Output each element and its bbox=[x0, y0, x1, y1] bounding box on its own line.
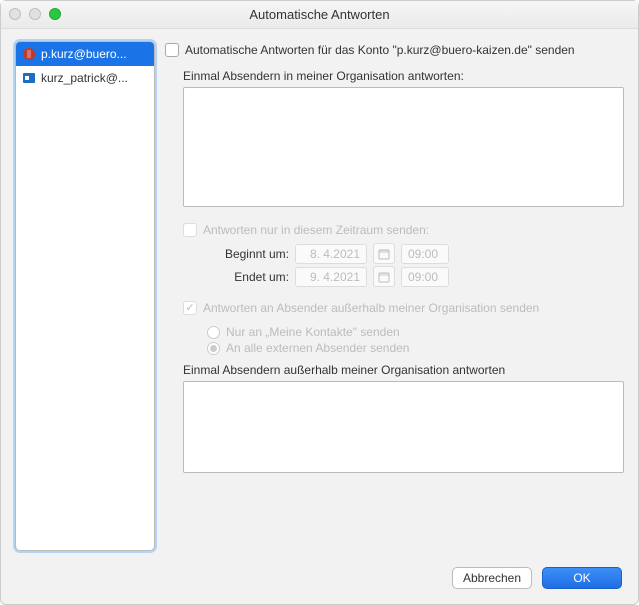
internal-reply-label: Einmal Absendern in meiner Organisation … bbox=[183, 69, 624, 83]
dialog-window: Automatische Antworten p.kurz@buero... k… bbox=[0, 0, 639, 605]
radio-selected-icon bbox=[207, 342, 220, 355]
internal-reply-textarea[interactable] bbox=[183, 87, 624, 207]
checkbox-checked-icon: ✓ bbox=[183, 301, 197, 315]
titlebar: Automatische Antworten bbox=[1, 1, 638, 29]
close-icon[interactable] bbox=[9, 8, 21, 20]
checkbox-icon[interactable] bbox=[165, 43, 179, 57]
radio-all-row: An alle externen Absender senden bbox=[207, 341, 624, 355]
ok-button[interactable]: OK bbox=[542, 567, 622, 589]
end-time-input: 09:00 bbox=[401, 267, 449, 287]
external-send-row: ✓ Antworten an Absender außerhalb meiner… bbox=[183, 301, 624, 315]
footer: Abbrechen OK bbox=[1, 560, 638, 604]
calendar-icon bbox=[373, 266, 395, 287]
account-item[interactable]: p.kurz@buero... bbox=[16, 42, 154, 66]
begin-row: Beginnt um: 8. 4.2021 09:00 bbox=[207, 243, 624, 264]
checkbox-icon bbox=[183, 223, 197, 237]
zoom-icon[interactable] bbox=[49, 8, 61, 20]
calendar-icon bbox=[373, 243, 395, 264]
begin-date-input: 8. 4.2021 bbox=[295, 244, 367, 264]
enable-autoreply-label: Automatische Antworten für das Konto "p.… bbox=[185, 43, 575, 57]
end-row: Endet um: 9. 4.2021 09:00 bbox=[207, 266, 624, 287]
account-label: p.kurz@buero... bbox=[41, 47, 127, 61]
settings-panel: Automatische Antworten für das Konto "p.… bbox=[165, 41, 624, 554]
begin-label: Beginnt um: bbox=[207, 247, 289, 261]
outlook-badge-icon bbox=[22, 47, 36, 61]
external-send-label: Antworten an Absender außerhalb meiner O… bbox=[203, 301, 539, 315]
account-item[interactable]: kurz_patrick@... bbox=[16, 66, 154, 90]
radio-contacts-row: Nur an „Meine Kontakte" senden bbox=[207, 325, 624, 339]
end-date-input: 9. 4.2021 bbox=[295, 267, 367, 287]
outlook-badge-icon bbox=[22, 71, 36, 85]
external-reply-label: Einmal Absendern außerhalb meiner Organi… bbox=[183, 363, 624, 377]
radio-contacts-label: Nur an „Meine Kontakte" senden bbox=[226, 325, 400, 339]
cancel-button[interactable]: Abbrechen bbox=[452, 567, 532, 589]
external-reply-textarea[interactable] bbox=[183, 381, 624, 473]
window-title: Automatische Antworten bbox=[249, 7, 389, 22]
minimize-icon[interactable] bbox=[29, 8, 41, 20]
account-label: kurz_patrick@... bbox=[41, 71, 128, 85]
only-in-range-label: Antworten nur in diesem Zeitraum senden: bbox=[203, 223, 429, 237]
enable-autoreply-row[interactable]: Automatische Antworten für das Konto "p.… bbox=[165, 43, 624, 57]
radio-all-label: An alle externen Absender senden bbox=[226, 341, 409, 355]
window-controls bbox=[9, 8, 61, 20]
account-list[interactable]: p.kurz@buero... kurz_patrick@... bbox=[15, 41, 155, 551]
end-label: Endet um: bbox=[207, 270, 289, 284]
radio-icon bbox=[207, 326, 220, 339]
begin-time-input: 09:00 bbox=[401, 244, 449, 264]
only-in-range-row: Antworten nur in diesem Zeitraum senden: bbox=[183, 223, 624, 237]
